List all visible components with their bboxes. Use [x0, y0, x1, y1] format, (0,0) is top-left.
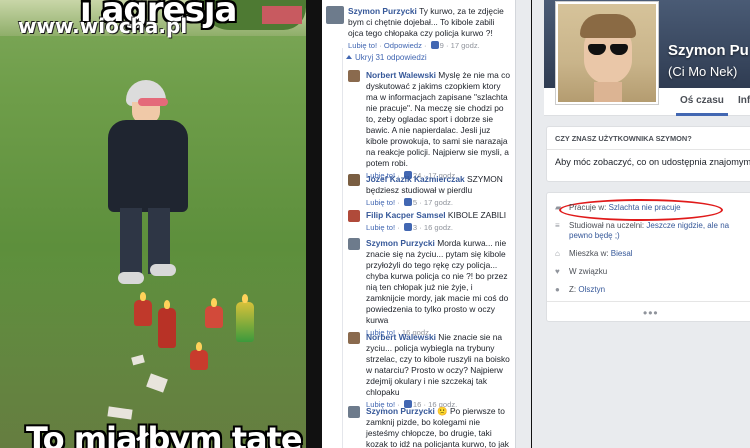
reply-meta: Lubię to! · 3 · 16 godz. [366, 223, 454, 232]
profile-name[interactable]: Szymon Pu [668, 42, 749, 59]
relationship-text: W związku [569, 267, 608, 276]
grave-candle [158, 300, 176, 348]
reply-text: KIBOLE ZABILI [445, 210, 507, 220]
briefcase-icon: ▰ [555, 203, 562, 212]
comment-author[interactable]: Szymon Purzycki [348, 6, 417, 16]
like-icon [403, 223, 412, 231]
panel-gap [516, 0, 532, 448]
grave-candle [190, 342, 208, 370]
avatar[interactable] [348, 332, 360, 344]
card-divider [547, 149, 750, 150]
know-user-text: Aby móc zobaczyć, co on udostępnia znajo… [555, 157, 750, 167]
reply-author[interactable]: Szymon Purzycki [366, 406, 435, 416]
reply-author[interactable]: Norbert Walewski [366, 332, 436, 342]
reply-text: Myslę że nie ma co dyskutować z jakims c… [366, 70, 510, 168]
hide-replies-link[interactable]: Ukryj 31 odpowiedzi [346, 53, 427, 62]
avatar[interactable] [348, 174, 360, 186]
reply-author[interactable]: Józef Kazik Kaźmierczak [366, 174, 465, 184]
grave-candle [205, 298, 223, 328]
like-link[interactable]: Lubię to! [366, 223, 395, 232]
work-prefix: Pracuje w: [569, 203, 609, 212]
from-prefix: Z: [569, 285, 579, 294]
profile-picture[interactable] [556, 2, 658, 104]
profile-panel: Szymon Pu (Ci Mo Nek) Oś czasu Inf CZY Z… [532, 0, 750, 448]
like-icon [430, 41, 439, 49]
graduation-cap-icon: ≡ [555, 221, 560, 230]
comment-meta: Lubię to! · Odpowiedz · 9 · 17 godz. [348, 41, 480, 50]
avatar[interactable] [348, 406, 360, 418]
meme-photo: i agresja www.wiocha.pl To miałbym tatę [0, 0, 306, 448]
kid-shoe-right [150, 264, 176, 276]
profile-alternate-name: (Ci Mo Nek) [668, 64, 738, 79]
caret-up-icon [346, 55, 352, 59]
kid-cap-bill [138, 98, 168, 106]
heart-icon: ♥ [555, 267, 560, 276]
more-options-icon[interactable]: ••• [643, 306, 659, 320]
avatar[interactable] [348, 210, 360, 222]
reply-author[interactable]: Norbert Walewski [366, 70, 436, 80]
comment-thread: Szymon Purzycki Ty kurwo, za te zdjęcie … [322, 0, 516, 448]
pfp-hair [580, 14, 636, 38]
reply-link[interactable]: Odpowiedz [384, 41, 422, 50]
reply-time[interactable]: 16 godz. [424, 223, 453, 232]
photo-building [262, 6, 302, 24]
reply-text: Morda kurwa... nie znacie się na życiu..… [366, 238, 509, 325]
from-link[interactable]: Olsztyn [578, 285, 605, 294]
like-link[interactable]: Lubię to! [348, 41, 377, 50]
work-link[interactable]: Szlachta nie pracuje [609, 203, 681, 212]
lives-link[interactable]: Biesal [611, 249, 633, 258]
school-prefix: Studiował na uczelni: [569, 221, 647, 230]
reply-author[interactable]: Szymon Purzycki [366, 238, 435, 248]
kid-shoe-left [118, 272, 144, 284]
avatar[interactable] [326, 6, 344, 24]
like-icon [403, 198, 412, 206]
watermark: www.wiocha.pl [18, 14, 188, 38]
card-divider [547, 301, 750, 302]
photo-caption-bottom: To miałbym tatę [26, 420, 303, 448]
reply-time[interactable]: 17 godz. [424, 198, 453, 207]
grave-candle [236, 294, 254, 342]
like-count: 5 [412, 198, 418, 207]
know-user-heading: CZY ZNASZ UŻYTKOWNIKA SZYMON? [555, 134, 692, 143]
like-link[interactable]: Lubię to! [366, 198, 395, 207]
tab-timeline[interactable]: Oś czasu [676, 95, 728, 116]
avatar[interactable] [348, 238, 360, 250]
reply-meta: Lubię to! · 5 · 17 godz. [366, 198, 454, 207]
screenshot-collage: i agresja www.wiocha.pl To miałbym tatę … [0, 0, 750, 448]
comment-time[interactable]: 17 godz. [451, 41, 480, 50]
lives-prefix: Mieszka w: [569, 249, 611, 258]
reply-author[interactable]: Filip Kacper Samsel [366, 210, 446, 220]
home-icon: ⌂ [555, 249, 560, 258]
kid-leg-left [120, 208, 142, 274]
tab-about[interactable]: Inf [738, 95, 750, 106]
dark-border [306, 0, 322, 448]
know-user-card: CZY ZNASZ UŻYTKOWNIKA SZYMON? Aby móc zo… [546, 126, 750, 182]
intro-card: ▰ Pracuje w: Szlachta nie pracuje ≡ Stud… [546, 192, 750, 322]
location-pin-icon: ● [555, 285, 560, 294]
kid-jacket [108, 120, 188, 212]
thread-line [342, 48, 343, 448]
hide-replies-label: Ukryj 31 odpowiedzi [355, 53, 427, 62]
like-count: 3 [412, 223, 418, 232]
like-count: 9 [439, 41, 444, 50]
grave-candle [134, 292, 152, 326]
avatar[interactable] [348, 70, 360, 82]
pfp-neck [594, 82, 622, 102]
